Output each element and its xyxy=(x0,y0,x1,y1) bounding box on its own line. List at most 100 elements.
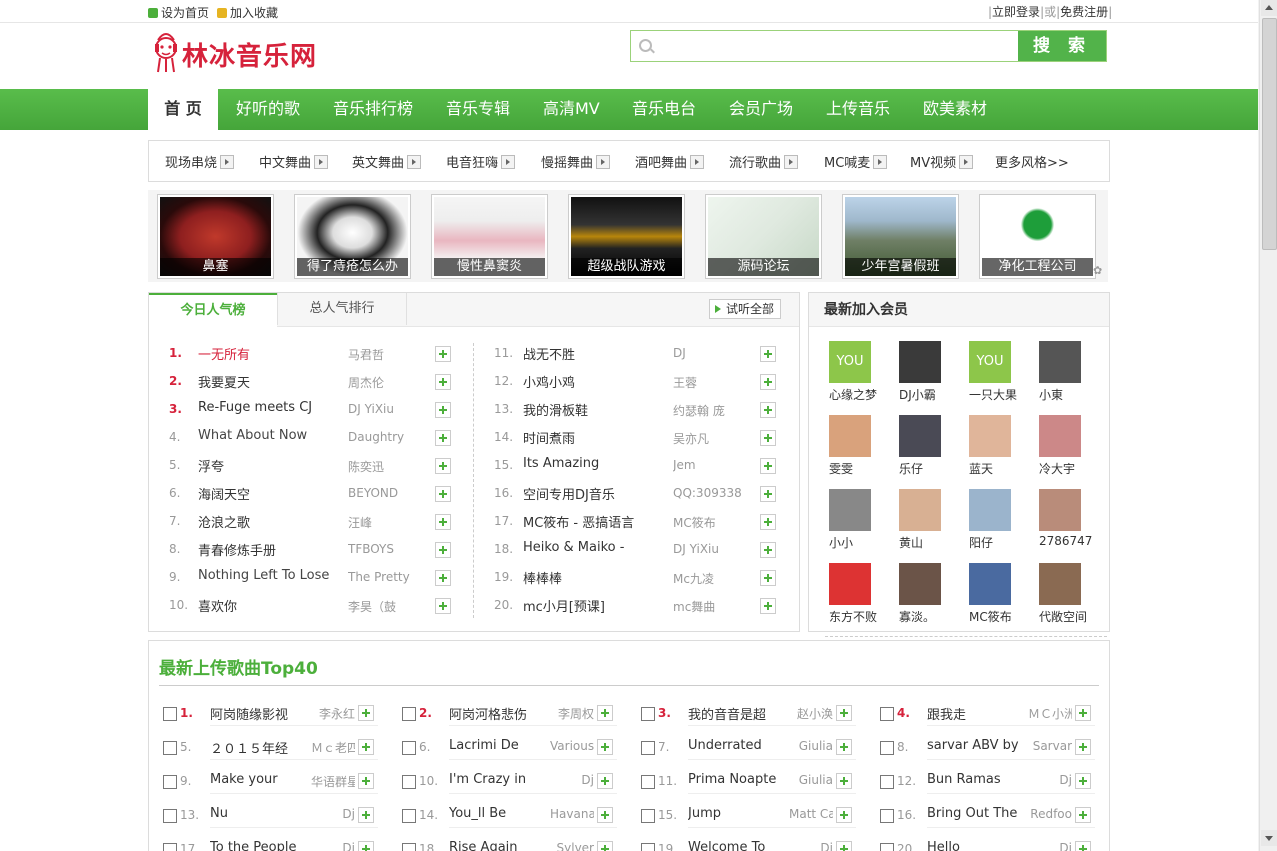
song-title[interactable]: sarvar ABV by xyxy=(927,738,1027,753)
song-title[interactable]: 阿岗随缘影视 xyxy=(210,704,310,723)
select-checkbox[interactable] xyxy=(163,843,177,851)
member-name[interactable]: 阳仔 xyxy=(969,534,1033,551)
song-title[interactable]: 时间煮雨 xyxy=(523,428,663,447)
avatar[interactable] xyxy=(1039,341,1081,383)
chart-row[interactable]: 1. 一无所有 马君哲 xyxy=(169,343,469,363)
member-item[interactable]: 蓝天 xyxy=(969,415,1033,477)
chart-row[interactable]: 2. 我要夏天 周杰伦 xyxy=(169,371,469,391)
add-to-list-icon[interactable] xyxy=(597,841,613,851)
song-title[interactable]: Hello xyxy=(927,840,1027,851)
nav-western[interactable]: 欧美素材 xyxy=(923,89,987,130)
song-title[interactable]: mc小月[预课] xyxy=(523,596,663,615)
tab-total[interactable]: 总人气排行 xyxy=(277,293,407,325)
nav-good-songs[interactable]: 好听的歌 xyxy=(236,89,300,130)
add-to-list-icon[interactable] xyxy=(760,598,776,614)
avatar[interactable] xyxy=(969,415,1011,457)
nav-home[interactable]: 首 页 xyxy=(148,89,218,131)
avatar[interactable] xyxy=(829,563,871,605)
select-checkbox[interactable] xyxy=(163,741,177,755)
add-to-list-icon[interactable] xyxy=(760,486,776,502)
member-name[interactable]: 小東 xyxy=(1039,386,1103,403)
avatar[interactable] xyxy=(899,341,941,383)
chart-row[interactable]: 5. 浮夸 陈奕迅 xyxy=(169,455,469,475)
member-name[interactable]: 心缘之梦 xyxy=(829,386,893,403)
add-to-list-icon[interactable] xyxy=(435,458,451,474)
add-to-list-icon[interactable] xyxy=(435,514,451,530)
add-to-list-icon[interactable] xyxy=(760,402,776,418)
member-name[interactable]: 2786747 xyxy=(1039,534,1103,548)
song-title[interactable]: I'm Crazy in xyxy=(449,772,549,787)
song-title[interactable]: Lacrimi De xyxy=(449,738,549,753)
avatar[interactable]: YOU xyxy=(829,341,871,383)
member-name[interactable]: 东方不败 xyxy=(829,608,893,625)
member-item[interactable]: 阳仔 xyxy=(969,489,1033,551)
add-to-list-icon[interactable] xyxy=(358,739,374,755)
select-checkbox[interactable] xyxy=(402,775,416,789)
song-title[interactable]: Welcome To xyxy=(688,840,788,851)
avatar[interactable] xyxy=(829,489,871,531)
ad-thumbnail[interactable]: 得了痔疮怎么办 xyxy=(294,194,411,279)
member-name[interactable]: DJ小霸 xyxy=(899,386,963,403)
add-to-list-icon[interactable] xyxy=(836,739,852,755)
add-to-list-icon[interactable] xyxy=(435,542,451,558)
add-to-list-icon[interactable] xyxy=(597,739,613,755)
select-checkbox[interactable] xyxy=(641,707,655,721)
member-item[interactable]: 雯雯 xyxy=(829,415,893,477)
add-to-list-icon[interactable] xyxy=(1075,705,1091,721)
add-to-list-icon[interactable] xyxy=(760,542,776,558)
add-to-list-icon[interactable] xyxy=(1075,807,1091,823)
nav-albums[interactable]: 音乐专辑 xyxy=(446,89,510,130)
avatar[interactable] xyxy=(1039,489,1081,531)
select-checkbox[interactable] xyxy=(880,707,894,721)
song-title[interactable]: 我要夏天 xyxy=(198,372,338,391)
select-checkbox[interactable] xyxy=(880,741,894,755)
song-title[interactable]: Heiko & Maiko - xyxy=(523,540,663,555)
member-name[interactable]: 代敞空间 xyxy=(1039,608,1103,625)
ad-thumbnail[interactable]: 净化工程公司 xyxy=(979,194,1096,279)
avatar[interactable] xyxy=(899,415,941,457)
chart-row[interactable]: 14. 时间煮雨 吴亦凡 xyxy=(494,427,794,447)
add-to-list-icon[interactable] xyxy=(435,402,451,418)
song-title[interactable]: Bring Out The xyxy=(927,806,1027,821)
song-title[interactable]: 小鸡小鸡 xyxy=(523,372,663,391)
select-checkbox[interactable] xyxy=(402,843,416,851)
add-to-list-icon[interactable] xyxy=(760,458,776,474)
avatar[interactable]: YOU xyxy=(969,341,1011,383)
chart-row[interactable]: 11. 战无不胜 DJ xyxy=(494,343,794,363)
scroll-thumb[interactable] xyxy=(1262,18,1277,250)
member-name[interactable]: 寡淡。 xyxy=(899,608,963,625)
genre-item[interactable]: 酒吧舞曲 xyxy=(635,152,705,171)
nav-charts[interactable]: 音乐排行榜 xyxy=(333,89,413,130)
add-to-list-icon[interactable] xyxy=(1075,739,1091,755)
song-title[interactable]: Prima Noapte xyxy=(688,772,788,787)
song-title[interactable]: MC筱布 - 恶搞语言 xyxy=(523,512,663,531)
select-checkbox[interactable] xyxy=(641,775,655,789)
chart-row[interactable]: 12. 小鸡小鸡 王蓉 xyxy=(494,371,794,391)
add-to-list-icon[interactable] xyxy=(358,705,374,721)
register-link[interactable]: 免费注册 xyxy=(1060,5,1108,19)
scroll-up-icon[interactable] xyxy=(1261,0,1277,16)
chart-row[interactable]: 10. 喜欢你 李昊（鼓 xyxy=(169,595,469,615)
song-title[interactable]: Bun Ramas xyxy=(927,772,1027,787)
chart-row[interactable]: 16. 空间专用DJ音乐 QQ:309338 xyxy=(494,483,794,503)
ad-thumbnail[interactable]: 源码论坛 xyxy=(705,194,822,279)
song-title[interactable]: 一无所有 xyxy=(198,344,338,363)
member-item[interactable]: 冷大宇 xyxy=(1039,415,1103,477)
song-title[interactable]: ２０１５年经 xyxy=(210,738,310,757)
chart-row[interactable]: 17. MC筱布 - 恶搞语言 MC筱布 xyxy=(494,511,794,531)
chart-row[interactable]: 15. Its Amazing Jem xyxy=(494,455,794,475)
nav-hd-mv[interactable]: 高清MV xyxy=(543,89,600,130)
chart-row[interactable]: 20. mc小月[预课] mc舞曲 xyxy=(494,595,794,615)
add-to-list-icon[interactable] xyxy=(760,514,776,530)
song-title[interactable]: What About Now xyxy=(198,428,338,443)
song-title[interactable]: Nu xyxy=(210,806,310,821)
member-item[interactable]: DJ小霸 xyxy=(899,341,963,403)
add-to-list-icon[interactable] xyxy=(435,486,451,502)
search-button[interactable]: 搜 索 xyxy=(1018,31,1106,61)
add-to-list-icon[interactable] xyxy=(435,346,451,362)
avatar[interactable] xyxy=(899,563,941,605)
member-item[interactable]: YOU 一只大果 xyxy=(969,341,1033,403)
add-to-list-icon[interactable] xyxy=(597,773,613,789)
song-title[interactable]: 浮夸 xyxy=(198,456,338,475)
song-title[interactable]: Rise Again xyxy=(449,840,549,851)
